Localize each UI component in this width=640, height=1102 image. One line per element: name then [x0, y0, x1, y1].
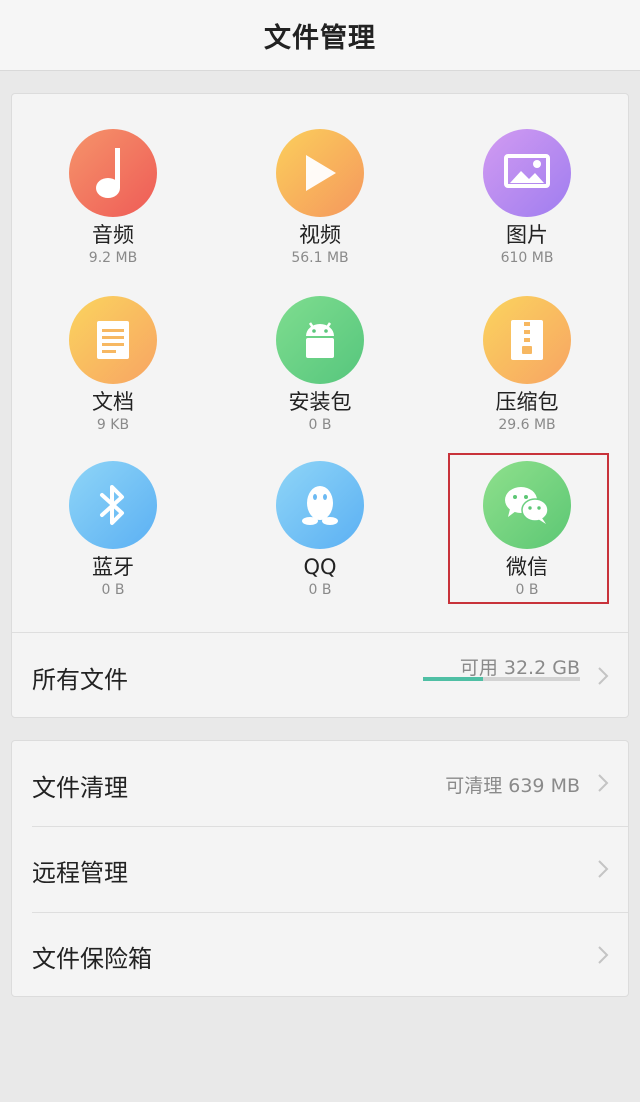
category-size: 0 B	[308, 417, 332, 433]
file-vault-row[interactable]: 文件保险箱	[12, 913, 628, 997]
tools-card: 文件清理 可清理 639 MB 远程管理 文件保险箱	[11, 740, 629, 997]
category-size: 0 B	[101, 582, 125, 598]
chevron-right-icon	[598, 774, 609, 792]
category-name: QQ	[303, 555, 337, 579]
qq-penguin-icon	[276, 461, 364, 549]
bluetooth-icon	[69, 461, 157, 549]
storage-usage-fill	[423, 677, 483, 681]
category-size: 56.1 MB	[291, 250, 349, 266]
file-cleanup-row[interactable]: 文件清理 可清理 639 MB	[12, 741, 628, 826]
category-name: 音频	[92, 223, 134, 247]
page-title: 文件管理	[264, 22, 376, 54]
zip-icon	[483, 296, 571, 384]
all-files-row[interactable]: 所有文件 可用 32.2 GB	[12, 633, 628, 718]
category-audio[interactable]: 音频 9.2 MB	[33, 129, 193, 267]
chevron-right-icon	[598, 860, 609, 878]
category-size: 29.6 MB	[498, 417, 556, 433]
android-icon	[276, 296, 364, 384]
category-video[interactable]: 视频 56.1 MB	[240, 129, 400, 267]
category-size: 610 MB	[500, 250, 554, 266]
document-icon	[69, 296, 157, 384]
file-cleanup-label: 文件清理	[32, 774, 128, 802]
category-name: 视频	[299, 223, 341, 247]
category-size: 0 B	[308, 582, 332, 598]
category-name: 图片	[506, 223, 548, 247]
available-storage: 可用 32.2 GB	[459, 657, 580, 679]
play-icon	[276, 129, 364, 217]
category-bluetooth[interactable]: 蓝牙 0 B	[33, 461, 193, 599]
chevron-right-icon	[598, 667, 609, 685]
image-icon	[483, 129, 571, 217]
category-card: 音频 9.2 MB 视频 56.1 MB 图片 610 MB 文档 9 KB 安…	[11, 93, 629, 718]
chevron-right-icon	[598, 946, 609, 964]
all-files-label: 所有文件	[32, 666, 128, 694]
storage-usage-bar	[423, 677, 580, 681]
category-apk[interactable]: 安装包 0 B	[240, 296, 400, 434]
category-zip[interactable]: 压缩包 29.6 MB	[447, 296, 607, 434]
category-name: 压缩包	[495, 390, 559, 414]
cleanable-size: 可清理 639 MB	[445, 775, 580, 797]
title-bar: 文件管理	[0, 0, 640, 71]
wechat-highlight-box	[448, 453, 609, 604]
category-size: 9.2 MB	[88, 250, 138, 266]
music-note-icon	[69, 129, 157, 217]
category-name: 文档	[92, 390, 134, 414]
file-vault-label: 文件保险箱	[32, 945, 152, 973]
category-qq[interactable]: QQ 0 B	[240, 461, 400, 599]
remote-management-row[interactable]: 远程管理	[12, 827, 628, 912]
category-document[interactable]: 文档 9 KB	[33, 296, 193, 434]
category-name: 蓝牙	[92, 555, 134, 579]
remote-management-label: 远程管理	[32, 859, 128, 887]
category-image[interactable]: 图片 610 MB	[447, 129, 607, 267]
category-name: 安装包	[288, 390, 352, 414]
category-size: 9 KB	[96, 417, 130, 433]
